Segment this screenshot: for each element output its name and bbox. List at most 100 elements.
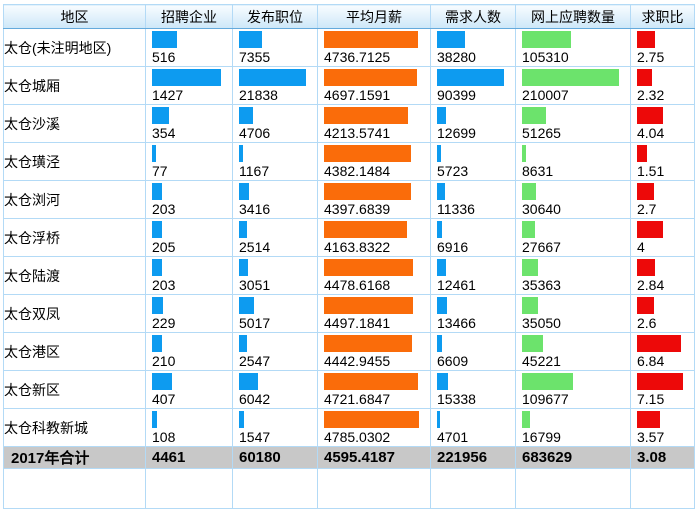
applications-cell: 16799 xyxy=(516,409,631,447)
bar-wrap: 4721.6847 xyxy=(324,373,419,408)
positions-cell: 1547 xyxy=(233,409,318,447)
positions-bar xyxy=(239,221,247,238)
salary-value: 4497.1841 xyxy=(324,314,419,332)
demand-bar xyxy=(437,297,447,314)
bar-wrap: 4382.1484 xyxy=(324,145,419,180)
ratio-cell: 2.75 xyxy=(631,29,695,67)
bar-wrap: 516 xyxy=(152,31,221,66)
demand-cell: 38280 xyxy=(431,29,516,67)
companies-cell: 203 xyxy=(146,257,233,295)
table-row: 太仓港区21025474442.94556609452216.84 xyxy=(4,333,695,371)
applications-bar xyxy=(522,373,573,390)
bar-wrap: 51265 xyxy=(522,107,619,142)
applications-value: 16799 xyxy=(522,428,619,446)
salary-cell: 4497.1841 xyxy=(318,295,431,333)
bar-wrap: 2514 xyxy=(239,221,306,256)
bar-wrap: 90399 xyxy=(437,69,504,104)
bar-wrap: 3051 xyxy=(239,259,306,294)
companies-value: 205 xyxy=(152,238,221,256)
ratio-bar xyxy=(637,297,654,314)
bar-wrap: 4706 xyxy=(239,107,306,142)
positions-bar xyxy=(239,31,262,48)
positions-cell: 7355 xyxy=(233,29,318,67)
applications-cell: 210007 xyxy=(516,67,631,105)
salary-cell: 4785.0302 xyxy=(318,409,431,447)
total-ratio: 3.08 xyxy=(631,447,695,469)
bar-wrap: 203 xyxy=(152,259,221,294)
positions-value: 1167 xyxy=(239,162,306,180)
companies-bar xyxy=(152,107,169,124)
recruitment-stats-table: 地区 招聘企业 发布职位 平均月薪 需求人数 网上应聘数量 求职比 太仓(未注明… xyxy=(3,4,695,509)
ratio-cell: 4.04 xyxy=(631,105,695,143)
demand-value: 6609 xyxy=(437,352,504,370)
demand-value: 15338 xyxy=(437,390,504,408)
positions-bar xyxy=(239,183,249,200)
salary-cell: 4163.8322 xyxy=(318,219,431,257)
positions-cell: 5017 xyxy=(233,295,318,333)
bar-wrap: 2.32 xyxy=(637,69,683,104)
demand-value: 38280 xyxy=(437,48,504,66)
bar-wrap: 6.84 xyxy=(637,335,683,370)
table-row: 太仓城厢1427218384697.1591903992100072.32 xyxy=(4,67,695,105)
total-positions: 60180 xyxy=(233,447,318,469)
demand-cell: 12461 xyxy=(431,257,516,295)
demand-cell: 6609 xyxy=(431,333,516,371)
applications-bar xyxy=(522,183,536,200)
table-row: 太仓新区40760424721.6847153381096777.15 xyxy=(4,371,695,409)
bar-wrap: 229 xyxy=(152,297,221,332)
region-cell: 太仓科教新城 xyxy=(4,409,146,447)
salary-value: 4397.6839 xyxy=(324,200,419,218)
total-demand: 221956 xyxy=(431,447,516,469)
positions-bar xyxy=(239,145,243,162)
applications-bar xyxy=(522,335,543,352)
demand-bar xyxy=(437,373,448,390)
bar-wrap: 407 xyxy=(152,373,221,408)
region-cell: 太仓双凤 xyxy=(4,295,146,333)
companies-bar xyxy=(152,31,177,48)
companies-bar xyxy=(152,411,157,428)
bar-wrap: 105310 xyxy=(522,31,619,66)
ratio-value: 2.75 xyxy=(637,48,683,66)
empty-trailing-row xyxy=(4,469,695,509)
applications-cell: 35050 xyxy=(516,295,631,333)
demand-bar xyxy=(437,107,446,124)
salary-value: 4721.6847 xyxy=(324,390,419,408)
salary-value: 4785.0302 xyxy=(324,428,419,446)
salary-bar xyxy=(324,107,408,124)
bar-wrap: 2.84 xyxy=(637,259,683,294)
companies-bar xyxy=(152,335,162,352)
bar-wrap: 4478.6168 xyxy=(324,259,419,294)
positions-bar xyxy=(239,69,306,86)
bar-wrap: 109677 xyxy=(522,373,619,408)
col-header-companies: 招聘企业 xyxy=(146,5,233,29)
demand-cell: 13466 xyxy=(431,295,516,333)
bar-wrap: 205 xyxy=(152,221,221,256)
ratio-bar xyxy=(637,145,647,162)
bar-wrap: 35363 xyxy=(522,259,619,294)
bar-wrap: 35050 xyxy=(522,297,619,332)
col-header-ratio: 求职比 xyxy=(631,5,695,29)
salary-bar xyxy=(324,31,418,48)
ratio-value: 2.6 xyxy=(637,314,683,332)
applications-value: 27667 xyxy=(522,238,619,256)
demand-value: 12461 xyxy=(437,276,504,294)
bar-wrap: 11336 xyxy=(437,183,504,218)
table-row: 太仓沙溪35447064213.574112699512654.04 xyxy=(4,105,695,143)
demand-value: 4701 xyxy=(437,428,504,446)
salary-value: 4213.5741 xyxy=(324,124,419,142)
companies-value: 516 xyxy=(152,48,221,66)
region-cell: 太仓城厢 xyxy=(4,67,146,105)
companies-cell: 210 xyxy=(146,333,233,371)
bar-wrap: 210 xyxy=(152,335,221,370)
salary-value: 4478.6168 xyxy=(324,276,419,294)
region-cell: 太仓新区 xyxy=(4,371,146,409)
companies-cell: 407 xyxy=(146,371,233,409)
salary-cell: 4697.1591 xyxy=(318,67,431,105)
companies-cell: 516 xyxy=(146,29,233,67)
applications-cell: 35363 xyxy=(516,257,631,295)
recruitment-report-screen: 地区 招聘企业 发布职位 平均月薪 需求人数 网上应聘数量 求职比 太仓(未注明… xyxy=(0,0,699,472)
demand-cell: 4701 xyxy=(431,409,516,447)
demand-cell: 11336 xyxy=(431,181,516,219)
applications-cell: 109677 xyxy=(516,371,631,409)
bar-wrap: 2.75 xyxy=(637,31,683,66)
